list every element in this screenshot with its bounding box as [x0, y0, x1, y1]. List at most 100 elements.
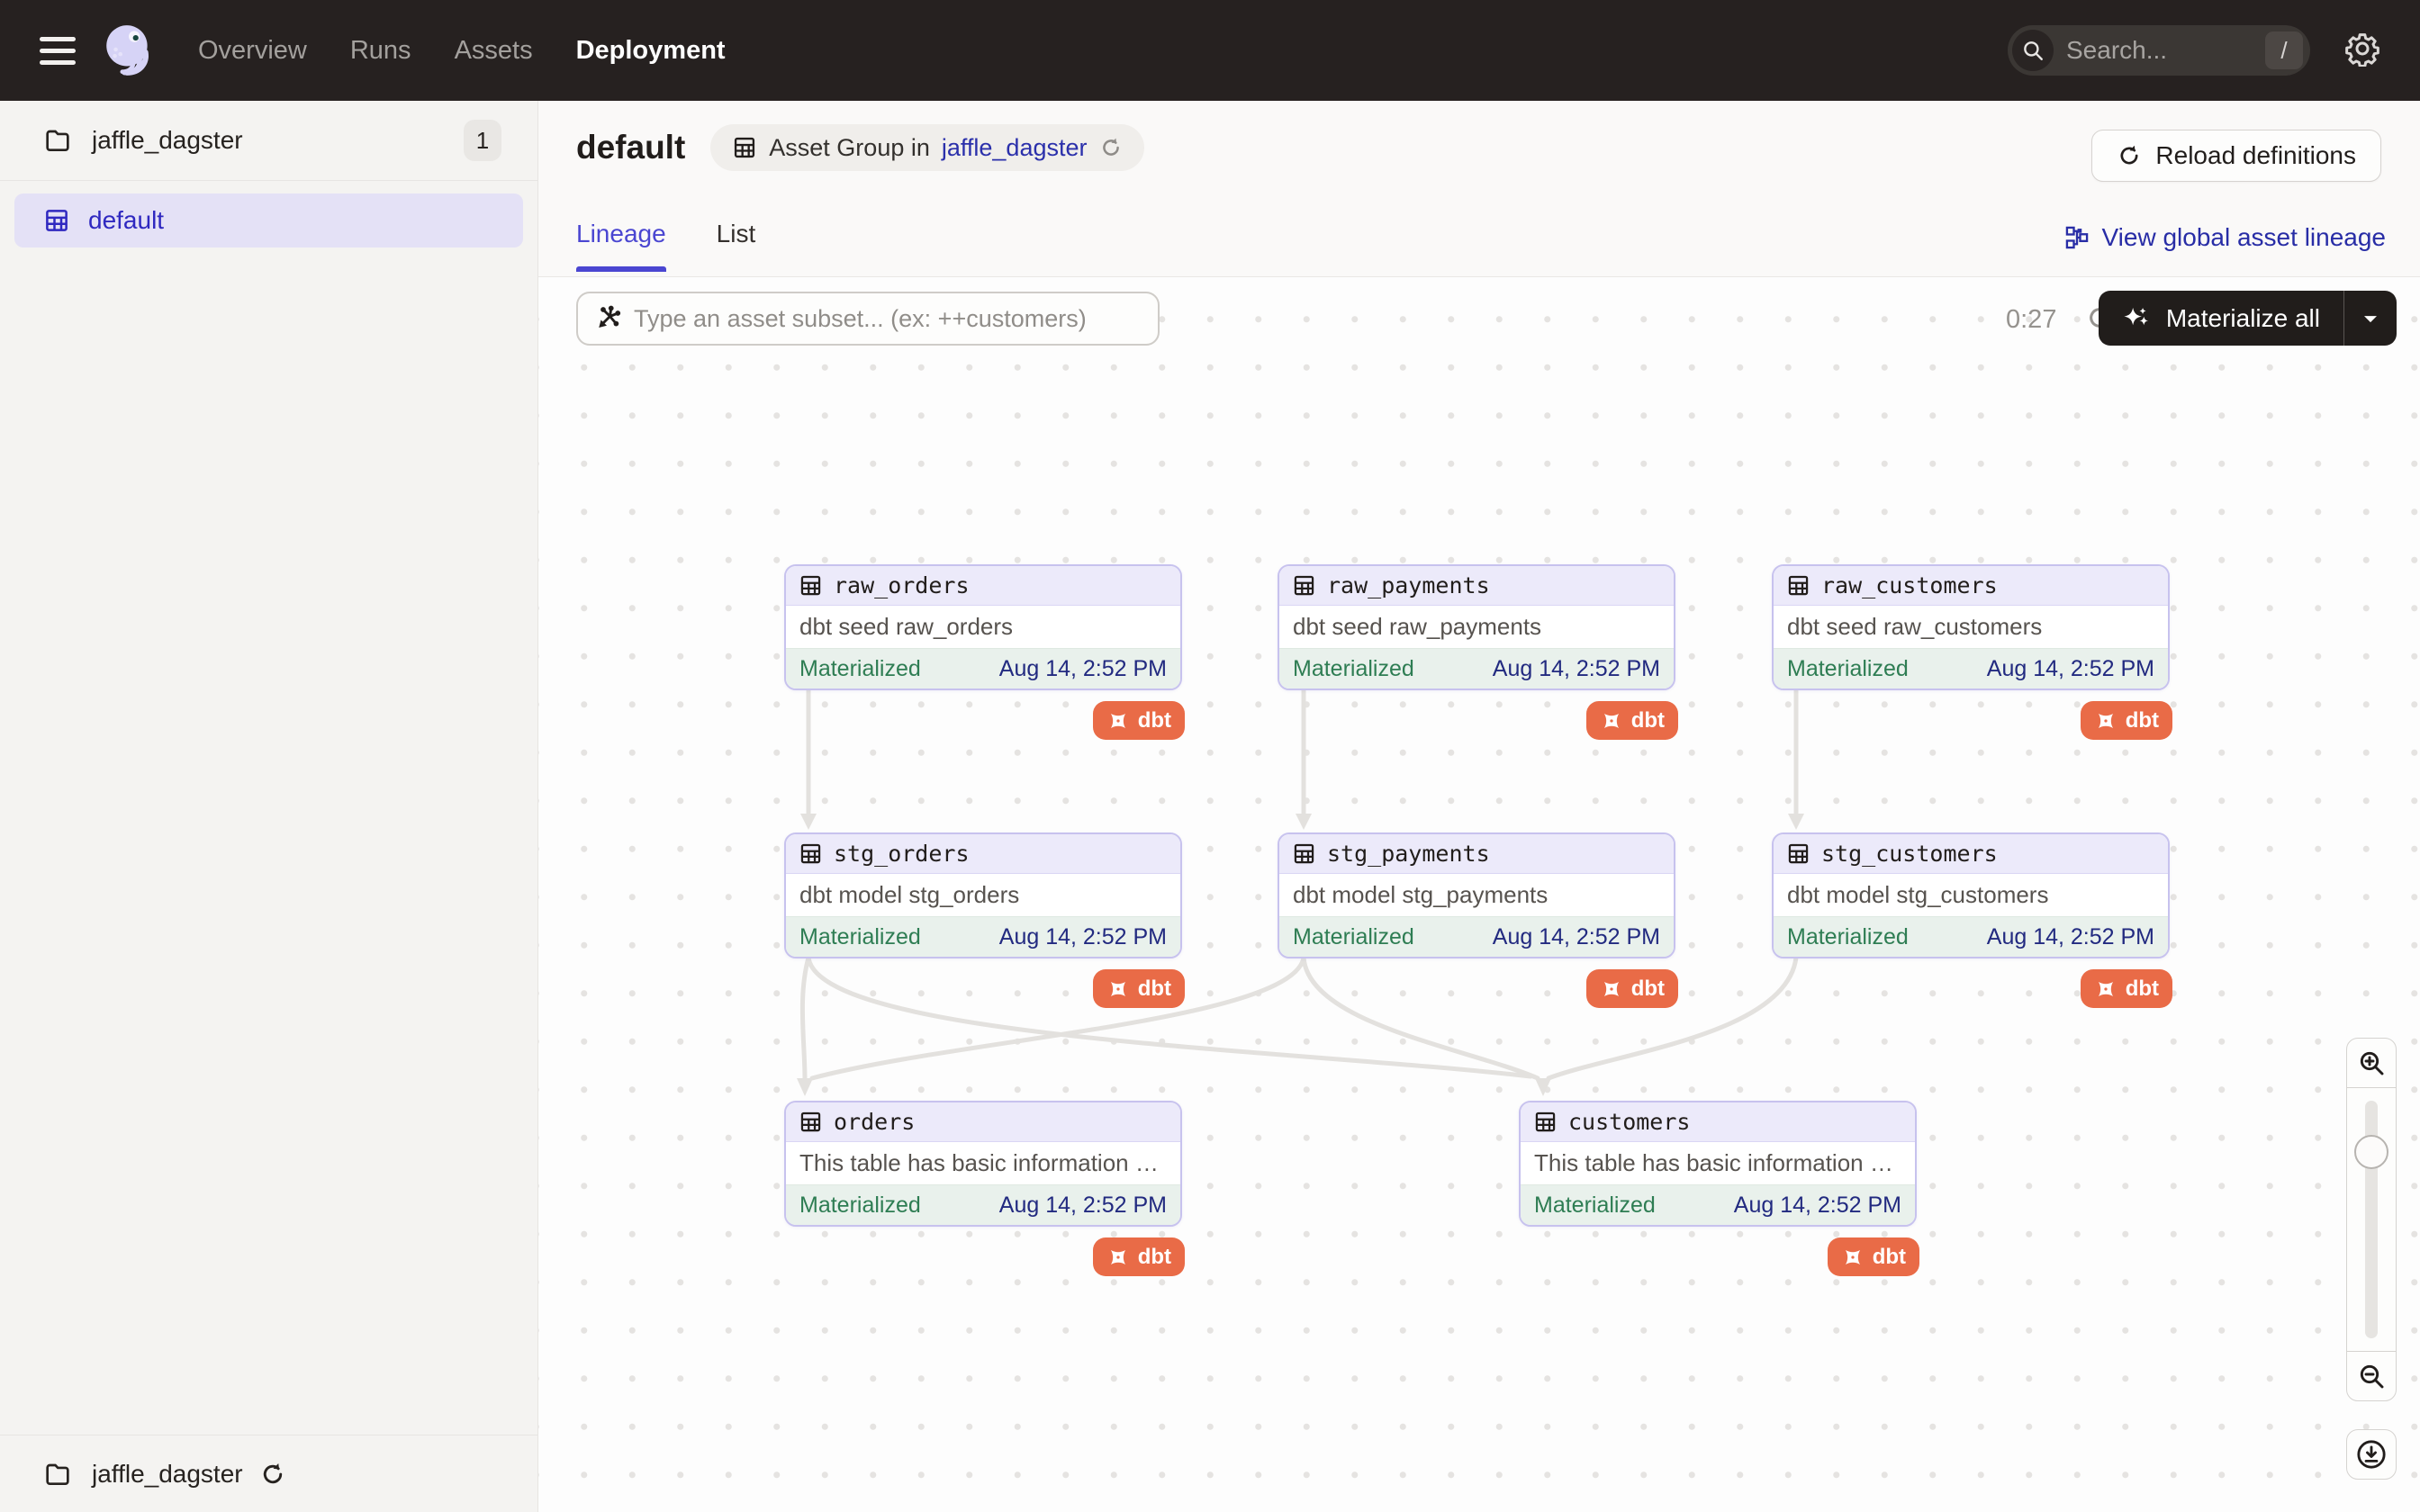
footer-repository-name: jaffle_dagster [92, 1460, 243, 1489]
asset-node-raw-orders[interactable]: raw_orders dbt seed raw_orders Materiali… [784, 564, 1182, 690]
nav-overview[interactable]: Overview [198, 36, 307, 66]
asset-node-orders[interactable]: orders This table has basic information … [784, 1101, 1182, 1227]
zoom-control [2346, 1038, 2397, 1401]
dbt-icon [1600, 709, 1623, 733]
materialization-timestamp[interactable]: Aug 14, 2:52 PM [1493, 924, 1660, 950]
status-badge: Materialized [799, 656, 921, 682]
dbt-badge[interactable]: dbt [2081, 701, 2172, 740]
status-badge: Materialized [1787, 656, 1909, 682]
sidebar-footer: jaffle_dagster [0, 1435, 537, 1512]
status-badge: Materialized [1293, 924, 1414, 950]
asset-subset-filter[interactable] [576, 292, 1160, 346]
view-tabs: Lineage List [576, 220, 755, 272]
menu-icon[interactable] [40, 37, 76, 65]
zoom-slider[interactable] [2347, 1088, 2396, 1351]
zoom-out-button[interactable] [2347, 1351, 2396, 1400]
tab-list[interactable]: List [717, 220, 756, 272]
materialization-timestamp[interactable]: Aug 14, 2:52 PM [1493, 656, 1660, 682]
zoom-in-button[interactable] [2347, 1039, 2396, 1088]
primary-nav: Overview Runs Assets Deployment [198, 36, 726, 66]
asset-node-stg-orders[interactable]: stg_orders dbt model stg_orders Material… [784, 832, 1182, 958]
dbt-icon [2094, 709, 2118, 733]
group-name: default [88, 206, 164, 235]
folder-icon [43, 126, 72, 155]
top-navigation-bar: Overview Runs Assets Deployment / [0, 0, 2420, 101]
dbt-badge[interactable]: dbt [1093, 701, 1185, 740]
refresh-icon[interactable] [259, 1461, 286, 1488]
folder-icon [43, 1460, 72, 1489]
refresh-timer: 0:27 [2006, 305, 2056, 335]
materialize-all-button[interactable]: Materialize all [2099, 291, 2397, 346]
gear-icon[interactable] [2344, 31, 2380, 71]
sidebar-item-repository[interactable]: jaffle_dagster 1 [0, 101, 537, 181]
table-icon [43, 207, 70, 234]
tab-lineage[interactable]: Lineage [576, 220, 666, 272]
materialization-timestamp[interactable]: Aug 14, 2:52 PM [999, 1192, 1167, 1219]
dbt-badge[interactable]: dbt [1828, 1238, 1919, 1276]
download-image-button[interactable] [2346, 1429, 2397, 1480]
status-badge: Materialized [799, 1192, 921, 1219]
dbt-icon [1106, 977, 1130, 1001]
page-title: default [576, 129, 685, 166]
materialization-timestamp[interactable]: Aug 14, 2:52 PM [1987, 924, 2154, 950]
table-icon [1533, 1110, 1558, 1134]
dbt-icon [1106, 1246, 1130, 1269]
dbt-icon [1600, 977, 1623, 1001]
repository-link[interactable]: jaffle_dagster [942, 134, 1088, 162]
search-shortcut-badge: / [2265, 32, 2303, 69]
asset-node-stg-payments[interactable]: stg_payments dbt model stg_payments Mate… [1278, 832, 1675, 958]
asset-subset-icon [594, 305, 621, 332]
asset-group-count-badge: 1 [464, 120, 501, 161]
asset-node-customers[interactable]: customers This table has basic informati… [1519, 1101, 1917, 1227]
search-input[interactable] [2066, 36, 2265, 65]
materialization-timestamp[interactable]: Aug 14, 2:52 PM [999, 656, 1167, 682]
zoom-slider-handle[interactable] [2354, 1135, 2388, 1169]
asset-node-stg-customers[interactable]: stg_customers dbt model stg_customers Ma… [1772, 832, 2170, 958]
dagster-logo[interactable] [99, 21, 158, 80]
materialization-timestamp[interactable]: Aug 14, 2:52 PM [1734, 1192, 1901, 1219]
sidebar: jaffle_dagster 1 default jaffle_dagster [0, 101, 538, 1512]
reload-definitions-button[interactable]: Reload definitions [2091, 130, 2381, 182]
sparkle-icon [2122, 305, 2153, 332]
dbt-badge[interactable]: dbt [1093, 969, 1185, 1008]
sidebar-item-default-group[interactable]: default [14, 194, 523, 248]
dbt-badge[interactable]: dbt [1093, 1238, 1185, 1276]
table-icon [1786, 573, 1810, 598]
dbt-icon [1841, 1246, 1865, 1269]
dbt-badge[interactable]: dbt [2081, 969, 2172, 1008]
table-icon [732, 135, 757, 160]
repository-name: jaffle_dagster [92, 126, 243, 155]
nav-deployment[interactable]: Deployment [576, 36, 726, 66]
lineage-canvas[interactable]: 0:27 Materialize all raw_orders dbt seed… [538, 277, 2420, 1512]
nav-assets[interactable]: Assets [455, 36, 533, 66]
status-badge: Materialized [1787, 924, 1909, 950]
asset-subset-input[interactable] [634, 305, 1142, 333]
materialization-timestamp[interactable]: Aug 14, 2:52 PM [999, 924, 1167, 950]
table-icon [1786, 842, 1810, 866]
global-search[interactable]: / [2008, 25, 2310, 76]
dbt-badge[interactable]: dbt [1586, 701, 1678, 740]
materialization-timestamp[interactable]: Aug 14, 2:52 PM [1987, 656, 2154, 682]
view-global-asset-lineage-link[interactable]: View global asset lineage [2064, 223, 2386, 252]
refresh-icon [2117, 143, 2142, 168]
table-icon [1292, 573, 1316, 598]
table-icon [1292, 842, 1316, 866]
status-badge: Materialized [1534, 1192, 1656, 1219]
search-icon [2012, 30, 2054, 71]
main-content: default Asset Group in jaffle_dagster Re… [538, 101, 2420, 1512]
dbt-badge[interactable]: dbt [1586, 969, 1678, 1008]
badge-prefix: Asset Group in [769, 134, 930, 162]
dbt-icon [1106, 709, 1130, 733]
nav-runs[interactable]: Runs [350, 36, 411, 66]
refresh-icon[interactable] [1099, 136, 1123, 159]
table-icon [799, 1110, 823, 1134]
table-icon [799, 842, 823, 866]
table-icon [799, 573, 823, 598]
status-badge: Materialized [799, 924, 921, 950]
asset-node-raw-payments[interactable]: raw_payments dbt seed raw_payments Mater… [1278, 564, 1675, 690]
status-badge: Materialized [1293, 656, 1414, 682]
materialize-dropdown-button[interactable] [2344, 291, 2397, 346]
asset-group-badge: Asset Group in jaffle_dagster [710, 124, 1143, 171]
asset-node-raw-customers[interactable]: raw_customers dbt seed raw_customers Mat… [1772, 564, 2170, 690]
dbt-icon [2094, 977, 2118, 1001]
